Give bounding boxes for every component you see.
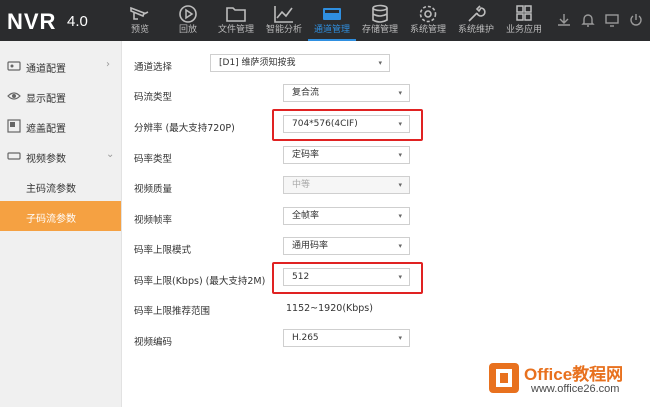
chevron-down-icon: ▾	[378, 59, 382, 67]
watermark: Office教程网 www.office26.com	[487, 357, 647, 403]
video-icon	[7, 149, 21, 163]
channel-config-icon	[7, 59, 21, 73]
sidebar-item-label: 显示配置	[26, 94, 66, 105]
sidebar-item-channel-config[interactable]: 通道配置 ›	[0, 51, 121, 81]
encoding-value: H.265	[292, 333, 319, 343]
bitrate-range-label: 码率上限推荐范围	[134, 306, 211, 317]
chevron-down-icon: ▾	[398, 212, 402, 220]
resolution-value: 704*576(4CIF)	[292, 119, 358, 129]
bitrate-type-value: 定码率	[292, 150, 320, 160]
bitrate-mode-label: 码率上限模式	[134, 245, 192, 256]
camera-icon	[116, 0, 164, 24]
eye-icon	[7, 89, 21, 103]
resolution-label: 分辨率 (最大支持720P)	[134, 123, 235, 134]
channel-label: 通道选择	[134, 62, 173, 73]
bitrate-type-select[interactable]: 定码率 ▾	[283, 146, 410, 164]
channel-select[interactable]: [D1] 维萨须知按我 ▾	[210, 54, 390, 72]
channel-icon	[308, 0, 356, 24]
framerate-label: 视频帧率	[134, 215, 173, 226]
sidebar: 通道配置 › 显示配置 遮盖配置 视频参数 ⌄ 主码流参数 子码流参数	[0, 41, 122, 407]
app-version: 4.0	[67, 13, 88, 30]
main-form: 通道选择 [D1] 维萨须知按我 ▾ 码流类型 复合流 ▾ 分辨率 (最大支持7…	[122, 41, 650, 407]
bitrate-mode-value: 通用码率	[292, 241, 329, 251]
top-navigation-bar: NVR 4.0 预览 回放 文件管理 智能分析 通道管理 存储管理 系统管理 系…	[0, 0, 650, 41]
main-nav: 预览 回放 文件管理 智能分析 通道管理 存储管理 系统管理 系统维护 业务应用	[116, 0, 548, 41]
toolbar	[556, 12, 646, 30]
bell-icon[interactable]	[580, 12, 598, 30]
chevron-down-icon: ▾	[398, 89, 402, 97]
chevron-down-icon: ▾	[398, 242, 402, 250]
framerate-value: 全帧率	[292, 211, 320, 221]
chevron-down-icon: ⌄	[106, 149, 115, 160]
sidebar-item-video-params[interactable]: 视频参数 ⌄	[0, 141, 121, 171]
nav-label: 文件管理	[217, 25, 254, 35]
nav-label: 系统管理	[409, 25, 446, 35]
nav-preview[interactable]: 预览	[116, 0, 164, 41]
sidebar-subitem-sub-stream[interactable]: 子码流参数	[0, 201, 121, 231]
nav-storage-management[interactable]: 存储管理	[356, 0, 404, 41]
nav-system-management[interactable]: 系统管理	[404, 0, 452, 41]
bitrate-range-value: 1152~1920(Kbps)	[286, 303, 373, 314]
stream-type-label: 码流类型	[134, 92, 173, 103]
sidebar-subitem-label: 主码流参数	[26, 184, 76, 195]
nav-business-apps[interactable]: 业务应用	[500, 0, 548, 41]
chevron-down-icon: ▾	[398, 181, 402, 189]
bitrate-cap-value: 512	[292, 272, 310, 282]
nav-label: 预览	[130, 25, 149, 35]
quality-value: 中等	[292, 180, 311, 190]
nav-label: 智能分析	[265, 25, 302, 35]
resolution-select[interactable]: 704*576(4CIF) ▾	[283, 115, 410, 133]
gear-icon	[404, 0, 452, 24]
channel-value: [D1] 维萨须知按我	[219, 58, 296, 68]
office-logo-icon	[487, 361, 521, 395]
wrench-icon	[452, 0, 500, 24]
sidebar-item-label: 通道配置	[26, 64, 66, 75]
download-icon[interactable]	[556, 12, 574, 30]
chevron-down-icon: ▾	[398, 334, 402, 342]
sidebar-item-label: 遮盖配置	[26, 124, 66, 135]
database-icon	[356, 0, 404, 24]
chevron-right-icon: ›	[106, 59, 110, 70]
chevron-down-icon: ▾	[398, 273, 402, 281]
nav-playback[interactable]: 回放	[164, 0, 212, 41]
sidebar-item-mask-config[interactable]: 遮盖配置	[0, 111, 121, 141]
watermark-title: Office教程网	[524, 365, 624, 384]
nav-label: 存储管理	[361, 25, 398, 35]
stream-type-value: 复合流	[292, 88, 320, 98]
folder-icon	[212, 0, 260, 24]
nav-label: 业务应用	[505, 25, 542, 35]
quality-select: 中等 ▾	[283, 176, 410, 194]
playback-icon	[164, 0, 212, 24]
nav-system-maintenance[interactable]: 系统维护	[452, 0, 500, 41]
sidebar-subitem-main-stream[interactable]: 主码流参数	[0, 171, 121, 201]
bitrate-cap-select[interactable]: 512 ▾	[283, 268, 410, 286]
nav-smart-analysis[interactable]: 智能分析	[260, 0, 308, 41]
nav-file-management[interactable]: 文件管理	[212, 0, 260, 41]
nav-channel-management[interactable]: 通道管理	[308, 0, 356, 41]
power-icon[interactable]	[628, 12, 646, 30]
sidebar-item-display-config[interactable]: 显示配置	[0, 81, 121, 111]
monitor-icon[interactable]	[604, 12, 622, 30]
quality-label: 视频质量	[134, 184, 173, 195]
watermark-url: www.office26.com	[531, 383, 620, 395]
encoding-select[interactable]: H.265 ▾	[283, 329, 410, 347]
nav-label: 系统维护	[457, 25, 494, 35]
sidebar-subitem-label: 子码流参数	[26, 214, 76, 225]
apps-icon	[500, 0, 548, 24]
nav-label: 通道管理	[313, 25, 350, 35]
analysis-icon	[260, 0, 308, 24]
nav-label: 回放	[178, 25, 197, 35]
mask-icon	[7, 119, 21, 133]
chevron-down-icon: ▾	[398, 151, 402, 159]
chevron-down-icon: ▾	[398, 120, 402, 128]
stream-type-select[interactable]: 复合流 ▾	[283, 84, 410, 102]
bitrate-cap-label: 码率上限(Kbps) (最大支持2M)	[134, 276, 266, 287]
sidebar-item-label: 视频参数	[26, 154, 66, 165]
bitrate-mode-select[interactable]: 通用码率 ▾	[283, 237, 410, 255]
app-logo: NVR	[7, 9, 57, 34]
encoding-label: 视频编码	[134, 337, 173, 348]
framerate-select[interactable]: 全帧率 ▾	[283, 207, 410, 225]
bitrate-type-label: 码率类型	[134, 154, 173, 165]
